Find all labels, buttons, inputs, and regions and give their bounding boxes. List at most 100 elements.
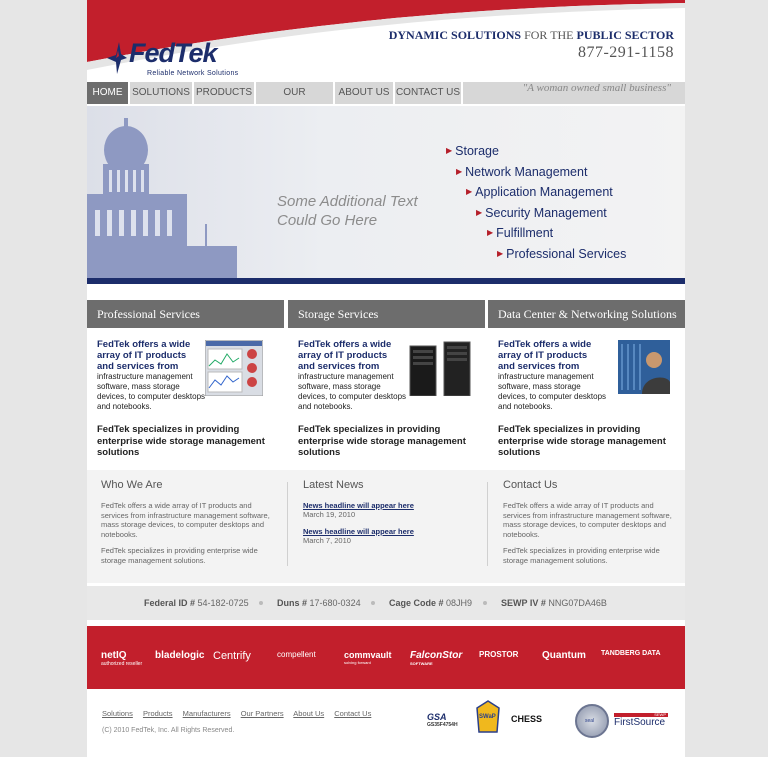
tagline-part-3: PUBLIC SECTOR	[576, 28, 674, 42]
column-divider	[487, 482, 488, 566]
column-heading[interactable]: Data Center & Networking Solutions	[488, 300, 685, 328]
nav-products[interactable]: PRODUCTS	[194, 82, 256, 104]
logo-star-icon	[107, 42, 127, 74]
partner-sublabel: solving forward	[344, 660, 371, 665]
tagline-part-1: DYNAMIC SOLUTIONS	[388, 28, 525, 42]
capitol-building-image	[87, 118, 237, 278]
partner-name: commvault	[344, 650, 392, 660]
partner-sublabel: SOFTWARE	[410, 661, 433, 666]
nav-motto: "A woman owned small business"	[522, 82, 671, 94]
latest-news: Latest News News headline will appear he…	[303, 479, 483, 553]
hero-text: Some Additional Text Could Go Here	[277, 193, 418, 229]
partner-prostor-logo[interactable]: PROSTOR	[479, 650, 518, 659]
partner-quantum-logo[interactable]: Quantum	[542, 650, 586, 661]
logo-tagline: Reliable Network Solutions	[147, 70, 239, 77]
column-text: infrastructure management software, mass…	[97, 372, 206, 411]
separator-dot	[483, 601, 487, 605]
cert-name: seal	[585, 718, 595, 724]
federal-id: Federal ID # 54-182-0725	[144, 586, 249, 620]
arrow-right-icon: ▶	[456, 167, 463, 176]
server-rack-icon	[409, 341, 471, 396]
partner-name: netIQ	[101, 650, 127, 661]
cert-sublabel: SEWP	[654, 712, 666, 717]
hero-link-application-management[interactable]: ▶ Application Management	[466, 185, 613, 199]
nav-home[interactable]: HOME	[87, 82, 130, 104]
duns-number: Duns # 17-680-0324	[277, 586, 361, 620]
chess-logo[interactable]: CHESS	[511, 714, 542, 724]
hero-link-label: Security Management	[485, 206, 607, 220]
column-heading[interactable]: Storage Services	[288, 300, 485, 328]
logo-wordmark: FedTek	[129, 38, 218, 68]
hero-link-label: Application Management	[475, 185, 613, 199]
page: FedTek Reliable Network Solutions DYNAMI…	[87, 0, 685, 757]
partner-falconstor-logo[interactable]: FalconStor SOFTWARE	[410, 650, 462, 666]
who-we-are: Who We Are FedTek offers a wide array of…	[101, 479, 281, 572]
id-label: Cage Code #	[389, 598, 444, 608]
id-label: SEWP IV #	[501, 598, 546, 608]
partners-bar: netIQ authorized reseller bladelogic Cent…	[87, 626, 685, 689]
firstsource-accent: SEWP	[614, 712, 668, 717]
cert-name: FirstSource	[614, 717, 666, 728]
column-lead: FedTek offers a wide array of IT product…	[97, 339, 191, 372]
nav-solutions[interactable]: SOLUTIONS	[130, 82, 194, 104]
nav-our-partners[interactable]: OUR PARTNERS	[256, 82, 335, 120]
nav-about-us[interactable]: ABOUT US	[335, 82, 395, 104]
company-ids-bar: Federal ID # 54-182-0725 Duns # 17-680-0…	[87, 586, 685, 620]
footer-link-products[interactable]: Products	[143, 709, 173, 718]
partner-name: FalconStor	[410, 650, 463, 661]
tagline-part-2: FOR THE	[524, 28, 577, 42]
footer-link-our-partners[interactable]: Our Partners	[241, 709, 284, 718]
partner-commvault-logo[interactable]: commvault solving forward	[344, 650, 392, 665]
cert-name: GSA	[427, 712, 447, 722]
partner-compellent-logo[interactable]: compellent	[277, 650, 316, 659]
technician-photo-icon	[618, 340, 670, 394]
partner-bladelogic-logo[interactable]: bladelogic	[155, 650, 204, 661]
column-heading[interactable]: Professional Services	[87, 300, 284, 328]
hero-link-label: Network Management	[465, 165, 588, 179]
hero-link-network-management[interactable]: ▶ Network Management	[456, 165, 587, 179]
firstsource-logo[interactable]: SEWP FirstSource	[614, 712, 668, 728]
hero-link-label: Professional Services	[506, 247, 627, 261]
partner-centrify-logo[interactable]: Centrify	[213, 650, 251, 662]
cert-name: SWaP	[479, 714, 496, 720]
info-title: Who We Are	[101, 479, 163, 491]
nav-contact-us[interactable]: CONTACT US	[395, 82, 463, 104]
footer-link-solutions[interactable]: Solutions	[102, 709, 133, 718]
hero-link-fulfillment[interactable]: ▶ Fulfillment	[487, 226, 553, 240]
column-divider	[287, 482, 288, 566]
news-link[interactable]: News headline will appear here	[303, 527, 483, 536]
swap-badge[interactable]: SWaP	[475, 700, 501, 739]
column-lead: FedTek offers a wide array of IT product…	[298, 339, 392, 372]
arrow-right-icon: ▶	[476, 208, 483, 217]
hero-link-label: Storage	[455, 144, 499, 158]
column-data-center: Data Center & Networking Solutions FedTe…	[488, 300, 685, 468]
footer-link-contact-us[interactable]: Contact Us	[334, 709, 371, 718]
column-lead: FedTek offers a wide array of IT product…	[498, 339, 592, 372]
seal-logo[interactable]: seal	[575, 704, 609, 738]
partner-tandberg-logo[interactable]: TANDBERG DATA	[601, 650, 661, 657]
header-tagline: DYNAMIC SOLUTIONS FOR THE PUBLIC SECTOR	[389, 28, 674, 43]
info-title: Latest News	[303, 479, 364, 491]
cert-sublabel: GS35F4754H	[427, 722, 458, 728]
column-text: infrastructure management software, mass…	[498, 372, 607, 411]
sewp-number: SEWP IV # NNG07DA46B	[501, 586, 607, 620]
footer-link-manufacturers[interactable]: Manufacturers	[183, 709, 231, 718]
cage-code: Cage Code # 08JH9	[389, 586, 472, 620]
hero-link-professional-services[interactable]: ▶ Professional Services	[497, 247, 626, 261]
hero-link-storage[interactable]: ▶ Storage	[446, 144, 499, 158]
partner-netiq-logo[interactable]: netIQ authorized reseller	[101, 650, 142, 667]
separator-dot	[371, 601, 375, 605]
id-value: 17-680-0324	[309, 598, 361, 608]
column-summary: FedTek specializes in providing enterpri…	[298, 424, 466, 458]
footer-link-about-us[interactable]: About Us	[293, 709, 324, 718]
arrow-right-icon: ▶	[446, 146, 453, 155]
id-label: Duns #	[277, 598, 308, 608]
arrow-right-icon: ▶	[487, 228, 494, 237]
id-value: 54-182-0725	[197, 598, 249, 608]
gsa-logo[interactable]: GSA GS35F4754H	[427, 712, 467, 738]
info-paragraph: FedTek specializes in providing enterpri…	[101, 546, 258, 565]
news-date: March 19, 2010	[303, 510, 356, 519]
hero-link-security-management[interactable]: ▶ Security Management	[476, 206, 607, 220]
news-link[interactable]: News headline will appear here	[303, 501, 483, 510]
column-summary: FedTek specializes in providing enterpri…	[498, 424, 666, 458]
